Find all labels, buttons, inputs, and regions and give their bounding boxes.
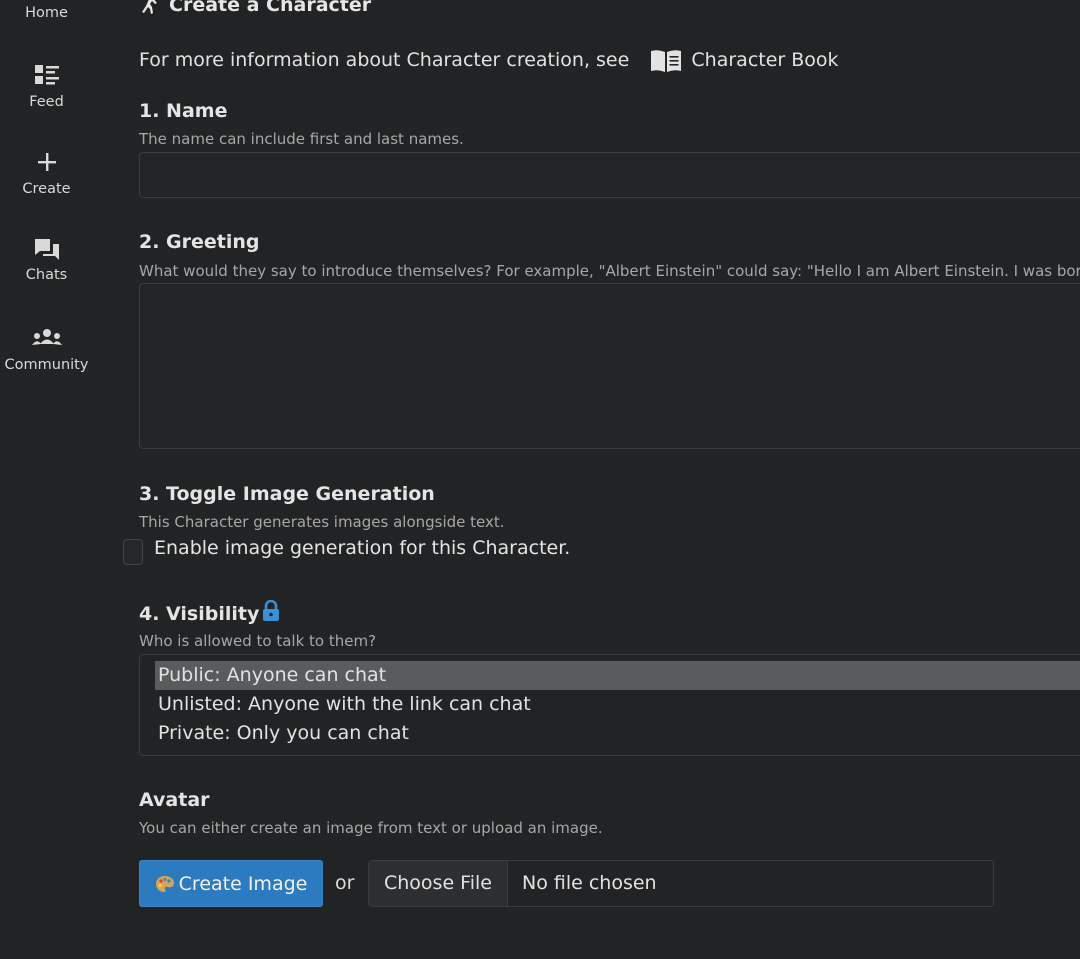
- chat-bubbles-icon: [0, 237, 93, 263]
- file-input: Choose File No file chosen: [368, 860, 994, 907]
- intro-text: For more information about Character cre…: [139, 49, 839, 72]
- sidebar-item-home[interactable]: Home: [0, 5, 93, 21]
- sidebar-item-label: Chats: [25, 267, 68, 283]
- visibility-select[interactable]: Public: Anyone can chat Unlisted: Anyone…: [139, 654, 1080, 756]
- greeting-description: What would they say to introduce themsel…: [139, 262, 1080, 280]
- image-generation-heading: 3. Toggle Image Generation: [139, 483, 435, 505]
- sidebar-item-label: Home: [25, 5, 68, 21]
- sidebar-item-community[interactable]: Community: [0, 327, 93, 373]
- or-separator: or: [335, 872, 355, 894]
- greeting-heading: 2. Greeting: [139, 231, 260, 253]
- book-icon: [649, 49, 691, 72]
- visibility-option-private[interactable]: Private: Only you can chat: [140, 719, 1080, 748]
- avatar-description: You can either create an image from text…: [139, 819, 603, 837]
- running-figure-icon: [139, 0, 159, 19]
- sidebar-item-chats[interactable]: Chats: [0, 237, 93, 283]
- name-input[interactable]: [140, 153, 1080, 197]
- create-image-button[interactable]: Create Image: [139, 860, 323, 907]
- page-title: Create a Character: [139, 0, 371, 19]
- sidebar-item-label: Community: [4, 357, 89, 373]
- sidebar: Home Feed Create Chats Community: [0, 0, 93, 959]
- sidebar-item-label: Feed: [29, 94, 64, 110]
- visibility-option-unlisted[interactable]: Unlisted: Anyone with the link can chat: [140, 690, 1080, 719]
- feed-icon: [0, 64, 93, 90]
- name-heading: 1. Name: [139, 100, 228, 122]
- image-generation-checkbox-label[interactable]: Enable image generation for this Charact…: [154, 537, 570, 559]
- community-icon: [0, 327, 93, 353]
- avatar-heading: Avatar: [139, 789, 210, 811]
- palette-icon: [155, 865, 175, 910]
- visibility-option-public[interactable]: Public: Anyone can chat: [155, 661, 1080, 690]
- create-character-form: Create a Character For more information …: [123, 0, 1080, 959]
- choose-file-button[interactable]: Choose File: [369, 861, 508, 906]
- character-book-link[interactable]: Character Book: [649, 49, 839, 72]
- lock-icon: [262, 599, 280, 627]
- greeting-textarea[interactable]: [140, 284, 1080, 448]
- image-generation-description: This Character generates images alongsid…: [139, 513, 505, 531]
- plus-icon: [0, 151, 93, 177]
- sidebar-item-label: Create: [22, 181, 71, 197]
- image-generation-checkbox[interactable]: [123, 539, 143, 565]
- visibility-description: Who is allowed to talk to them?: [139, 632, 377, 650]
- greeting-field: [139, 283, 1080, 449]
- name-field: [139, 152, 1080, 198]
- name-description: The name can include first and last name…: [139, 130, 464, 148]
- sidebar-item-create[interactable]: Create: [0, 151, 93, 197]
- sidebar-item-feed[interactable]: Feed: [0, 64, 93, 110]
- file-status-text: No file chosen: [522, 872, 657, 894]
- visibility-heading: 4. Visibility: [139, 599, 280, 627]
